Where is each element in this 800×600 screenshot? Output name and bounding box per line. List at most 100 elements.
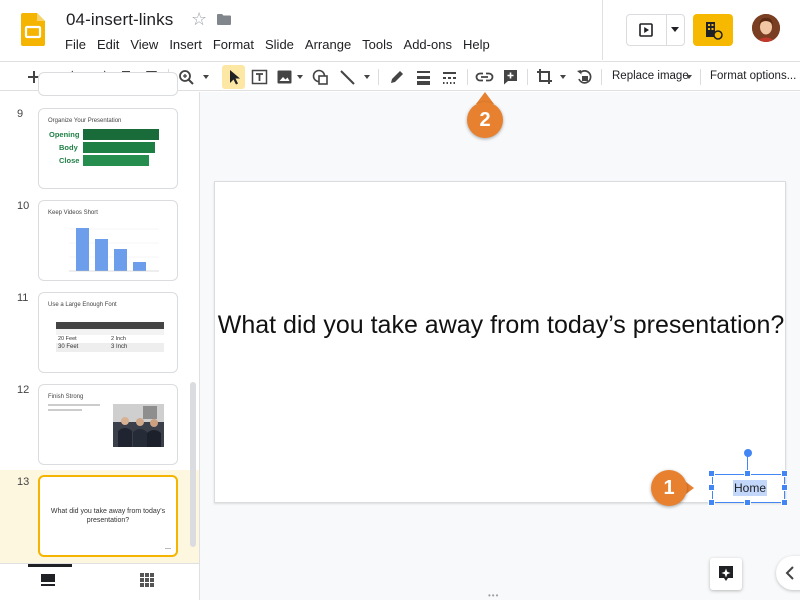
- thumb-bar: [83, 129, 159, 140]
- thumb-table-row: 30 Feet 3 Inch: [56, 343, 164, 352]
- header-bar: 04-insert-links ☆ File Edit View Insert …: [0, 0, 800, 60]
- menu-edit[interactable]: Edit: [97, 37, 119, 53]
- thumb-bar: [83, 142, 155, 153]
- thumb-cell: 2 Inch: [111, 336, 126, 342]
- menu-insert[interactable]: Insert: [169, 37, 202, 53]
- menu-format[interactable]: Format: [213, 37, 254, 53]
- image-dropdown-icon[interactable]: [297, 75, 303, 79]
- menu-addons[interactable]: Add-ons: [404, 37, 452, 53]
- grid-view-button[interactable]: [130, 567, 164, 597]
- chevron-left-icon: [785, 566, 794, 580]
- resize-handle-top-right[interactable]: [781, 470, 788, 477]
- select-cursor-icon[interactable]: [227, 68, 241, 86]
- resize-handle-bottom[interactable]: [744, 499, 751, 506]
- resize-handle-right[interactable]: [781, 484, 788, 491]
- thumb-row-label: Opening: [49, 130, 80, 139]
- reset-image-icon[interactable]: [576, 68, 593, 86]
- slides-logo-icon[interactable]: [21, 13, 45, 46]
- thumb-text-line: [48, 404, 100, 406]
- home-link-text[interactable]: Home: [733, 480, 768, 496]
- slide-main-text[interactable]: What did you take away from today’s pres…: [215, 308, 787, 342]
- slide-number: 11: [17, 292, 29, 304]
- share-lock-icon: [706, 22, 723, 40]
- explore-icon: [719, 566, 733, 581]
- slide-filmstrip: 9 Organize Your Presentation Opening Bod…: [0, 72, 200, 600]
- slide-canvas[interactable]: What did you take away from today’s pres…: [214, 181, 786, 503]
- line-icon[interactable]: [339, 68, 356, 86]
- slide-number: 12: [17, 384, 30, 396]
- zoom-icon[interactable]: [178, 68, 195, 86]
- present-play-icon: [639, 23, 653, 37]
- shape-icon[interactable]: [312, 68, 329, 86]
- thumb-photo: [113, 404, 164, 447]
- toolbar-separator: [467, 69, 468, 85]
- thumbnail-title: Organize Your Presentation: [48, 118, 122, 124]
- replace-image-dropdown-icon[interactable]: [686, 75, 692, 79]
- share-button[interactable]: [693, 14, 733, 46]
- speaker-notes-drag-handle[interactable]: •••: [488, 591, 499, 600]
- thumb-row-label: Close: [59, 156, 80, 165]
- line-dropdown-icon[interactable]: [364, 75, 370, 79]
- border-color-pencil-icon[interactable]: [388, 68, 405, 86]
- resize-handle-bottom-right[interactable]: [781, 499, 788, 506]
- slide-number: 9: [17, 108, 24, 120]
- user-avatar[interactable]: [752, 14, 780, 42]
- resize-handle-bottom-left[interactable]: [708, 499, 715, 506]
- thumb-row-label: Body: [59, 143, 78, 152]
- filmstrip-view-switcher: [0, 563, 199, 600]
- avatar-portrait-icon: [752, 14, 780, 42]
- present-button[interactable]: [626, 14, 685, 46]
- thumb-bar-chart: [69, 228, 159, 272]
- crop-icon[interactable]: [536, 68, 553, 86]
- slide-thumbnail-12[interactable]: Finish Strong: [38, 384, 178, 465]
- thumb-cell: 30 Feet: [58, 344, 79, 350]
- crop-dropdown-icon[interactable]: [560, 75, 566, 79]
- format-options-button[interactable]: Format options...: [710, 70, 796, 82]
- slide-thumbnail-11[interactable]: Use a Large Enough Font 20 Feet 2 Inch 3…: [38, 292, 178, 373]
- filmstrip-view-button[interactable]: [28, 564, 72, 600]
- border-dash-icon[interactable]: [441, 68, 458, 86]
- thumb-table-row: 20 Feet 2 Inch: [56, 335, 164, 343]
- present-split-divider: [666, 15, 667, 45]
- slide-number: 10: [17, 200, 30, 212]
- slide-thumbnail-13[interactable]: What did you take away from today's pres…: [38, 475, 178, 557]
- menu-slide[interactable]: Slide: [265, 37, 294, 53]
- thumb-link-mark: [165, 548, 171, 549]
- thumbnail-text: What did you take away from today's pres…: [50, 508, 166, 524]
- slide-number: 13: [17, 476, 30, 488]
- toolbar-separator: [527, 69, 528, 85]
- slide-thumbnail-9[interactable]: Organize Your Presentation Opening Body …: [38, 108, 178, 189]
- present-dropdown-icon[interactable]: [671, 27, 679, 32]
- thumb-text-line: [48, 409, 82, 411]
- resize-handle-top[interactable]: [744, 470, 751, 477]
- filmstrip-scrollbar-thumb[interactable]: [190, 382, 196, 547]
- menu-view[interactable]: View: [130, 37, 158, 53]
- text-box-icon[interactable]: [251, 68, 268, 86]
- document-title[interactable]: 04-insert-links: [66, 10, 173, 30]
- thumb-cell: 20 Feet: [58, 336, 77, 342]
- menu-arrange[interactable]: Arrange: [305, 37, 351, 53]
- explore-button[interactable]: [710, 558, 742, 590]
- rotation-handle[interactable]: [744, 449, 752, 457]
- border-weight-icon[interactable]: [415, 68, 432, 86]
- callout-2-badge: 2: [467, 102, 503, 138]
- menu-bar: File Edit View Insert Format Slide Arran…: [65, 37, 501, 53]
- star-icon[interactable]: ☆: [191, 9, 207, 30]
- folder-icon[interactable]: [217, 14, 231, 25]
- menu-file[interactable]: File: [65, 37, 86, 53]
- thumbnail-title: Use a Large Enough Font: [48, 302, 117, 308]
- add-comment-icon[interactable]: [502, 68, 519, 86]
- menu-tools[interactable]: Tools: [362, 37, 392, 53]
- resize-handle-left[interactable]: [708, 484, 715, 491]
- slide-thumbnail-10[interactable]: Keep Videos Short: [38, 200, 178, 281]
- resize-handle-top-left[interactable]: [708, 470, 715, 477]
- insert-link-icon[interactable]: [475, 68, 494, 86]
- filmstrip-view-icon: [41, 574, 55, 586]
- replace-image-button[interactable]: Replace image: [612, 70, 689, 82]
- slide-thumbnail-8-partial[interactable]: [38, 72, 178, 96]
- thumb-bar: [83, 155, 149, 166]
- image-icon[interactable]: [276, 68, 293, 86]
- thumbnail-title: Finish Strong: [48, 394, 84, 400]
- menu-help[interactable]: Help: [463, 37, 490, 53]
- zoom-dropdown-icon[interactable]: [203, 75, 209, 79]
